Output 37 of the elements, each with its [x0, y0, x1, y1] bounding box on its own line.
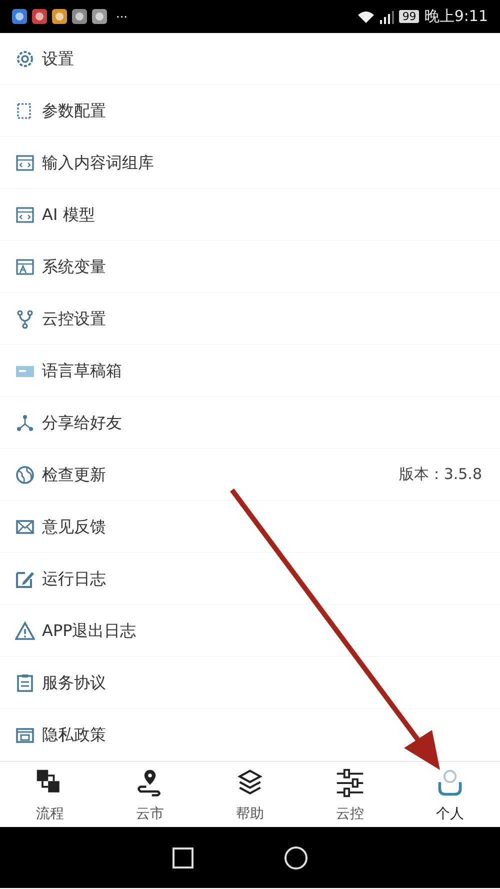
tab[interactable]: 流程 — [0, 762, 100, 827]
version-text: 版本：3.5.8 — [398, 464, 482, 486]
menu-item[interactable]: AI 模型 — [0, 189, 500, 240]
menu-item[interactable]: 运行日志 — [0, 553, 500, 604]
menu-label: 输入内容词组库 — [42, 152, 154, 174]
menu-item[interactable]: 隐私政策 — [0, 709, 500, 760]
menu-label: 运行日志 — [42, 568, 106, 590]
menu-item[interactable]: 意见反馈 — [0, 501, 500, 552]
menu-item[interactable]: 云控设置 — [0, 293, 500, 344]
menu-label: AI 模型 — [42, 204, 95, 226]
tab[interactable]: 帮助 — [200, 762, 300, 827]
menu-item[interactable]: 语言草稿箱 — [0, 345, 500, 396]
tab[interactable]: 云控 — [300, 762, 400, 827]
menu-label: 分享给好友 — [42, 412, 122, 434]
clock: 晚上9:11 — [424, 6, 488, 28]
menu-label: 隐私政策 — [42, 724, 106, 746]
menu-item[interactable]: 分享给好友 — [0, 397, 500, 448]
menu-label: 系统变量 — [42, 256, 106, 278]
menu-item[interactable]: 输入内容词组库 — [0, 137, 500, 188]
menu-item[interactable]: APP退出日志 — [0, 605, 500, 656]
menu-item[interactable]: 设置 — [0, 33, 500, 84]
menu-label: 设置 — [42, 48, 74, 70]
menu-item[interactable]: 检查更新 版本：3.5.8 — [0, 449, 500, 500]
menu-label: 检查更新 — [42, 464, 106, 486]
battery-level: 99 — [399, 10, 420, 23]
menu-label: 意见反馈 — [42, 516, 106, 538]
menu-label: 服务协议 — [42, 672, 106, 694]
menu-item[interactable]: 参数配置 — [0, 85, 500, 136]
more-notifications: ··· — [116, 8, 128, 26]
tab[interactable]: 云市 — [100, 762, 200, 827]
menu-label: 语言草稿箱 — [42, 360, 122, 382]
menu-item[interactable]: 服务协议 — [0, 657, 500, 708]
menu-label: APP退出日志 — [42, 620, 136, 642]
tab[interactable]: 个人 — [400, 762, 500, 827]
menu-label: 参数配置 — [42, 100, 106, 122]
menu-label: 云控设置 — [42, 308, 106, 330]
menu-item[interactable]: 系统变量 — [0, 241, 500, 292]
